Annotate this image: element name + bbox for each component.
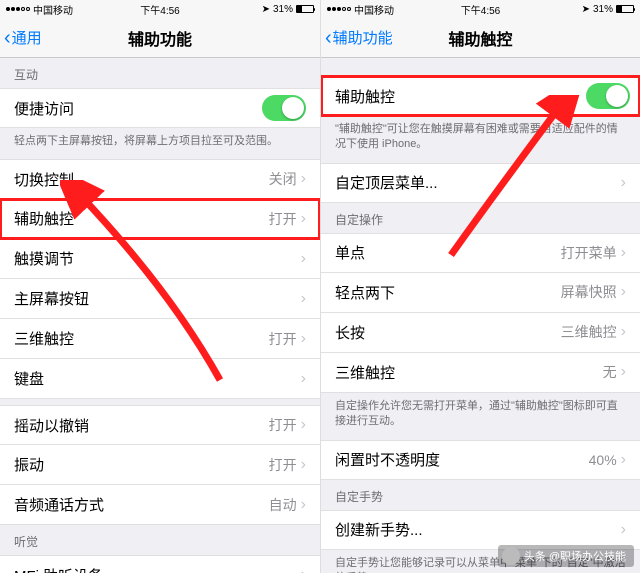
switch-control-label: 切换控制 <box>14 169 269 190</box>
watermark: 头条 @职场办公技能 <box>498 545 634 567</box>
chevron-right-icon: › <box>621 324 626 340</box>
row-new-gesture[interactable]: 创建新手势... › <box>321 510 640 550</box>
quick-access-footer: 轻点两下主屏幕按钮，将屏幕上方项目拉至可及范围。 <box>0 128 320 159</box>
chevron-right-icon: › <box>301 417 306 433</box>
battery-icon <box>296 5 314 13</box>
chevron-right-icon: › <box>621 175 626 191</box>
three-d-value: 打开 <box>269 329 297 349</box>
chevron-right-icon: › <box>301 291 306 307</box>
row-single-tap[interactable]: 单点 打开菜单 › <box>321 233 640 273</box>
long-press-label: 长按 <box>335 322 561 343</box>
chevron-right-icon: › <box>621 245 626 261</box>
row-custom-top-menu[interactable]: 自定顶层菜单... › <box>321 163 640 203</box>
battery-percent: 31% <box>273 4 293 15</box>
assistive-touch-value: 打开 <box>269 209 297 229</box>
assistive-touch-label: 辅助触控 <box>335 86 586 107</box>
row-assistive-touch-toggle[interactable]: 辅助触控 <box>321 76 640 116</box>
assistive-touch-footer: "辅助触控"可让您在触摸屏幕有困难或需要自适应配件的情况下使用 iPhone。 <box>321 116 640 163</box>
row-vibration[interactable]: 振动 打开 › <box>0 445 320 485</box>
chevron-right-icon: › <box>621 364 626 380</box>
keyboard-label: 键盘 <box>14 368 301 389</box>
double-tap-label: 轻点两下 <box>335 282 561 303</box>
switch-control-value: 关闭 <box>269 169 297 189</box>
carrier-label: 中国移动 <box>33 2 73 17</box>
signal-icon <box>6 7 30 11</box>
chevron-right-icon: › <box>301 457 306 473</box>
three-d-label: 三维触控 <box>335 362 603 383</box>
long-press-value: 三维触控 <box>561 322 617 342</box>
quick-access-toggle[interactable] <box>262 95 306 121</box>
actions-footer: 自定操作允许您无需打开菜单，通过"辅助触控"图标即可直接进行互动。 <box>321 393 640 440</box>
page-title: 辅助触控 <box>321 26 640 50</box>
row-quick-access[interactable]: 便捷访问 <box>0 88 320 128</box>
row-audio-call[interactable]: 音频通话方式 自动 › <box>0 485 320 525</box>
watermark-avatar-icon <box>502 547 520 565</box>
row-home-button[interactable]: 主屏幕按钮 › <box>0 279 320 319</box>
row-switch-control[interactable]: 切换控制 关闭 › <box>0 159 320 199</box>
section-header-gestures: 自定手势 <box>321 480 640 510</box>
nav-bar: ‹ 通用 辅助功能 <box>0 18 320 58</box>
chevron-right-icon: › <box>621 284 626 300</box>
status-time: 下午4:56 <box>461 2 500 17</box>
idle-opacity-value: 40% <box>589 452 617 468</box>
home-button-label: 主屏幕按钮 <box>14 288 301 309</box>
chevron-right-icon: › <box>301 567 306 573</box>
audio-call-label: 音频通话方式 <box>14 494 269 515</box>
row-idle-opacity[interactable]: 闲置时不透明度 40% › <box>321 440 640 480</box>
idle-opacity-label: 闲置时不透明度 <box>335 449 589 470</box>
section-header-hearing: 听觉 <box>0 525 320 555</box>
shake-undo-value: 打开 <box>269 415 297 435</box>
double-tap-value: 屏幕快照 <box>561 282 617 302</box>
battery-percent: 31% <box>593 4 613 15</box>
single-tap-label: 单点 <box>335 242 561 263</box>
quick-access-label: 便捷访问 <box>14 98 262 119</box>
status-time: 下午4:56 <box>140 2 179 17</box>
row-keyboard[interactable]: 键盘 › <box>0 359 320 399</box>
chevron-right-icon: › <box>301 371 306 387</box>
row-assistive-touch[interactable]: 辅助触控 打开 › <box>0 199 320 239</box>
three-d-label: 三维触控 <box>14 328 269 349</box>
nav-bar: ‹ 辅助功能 辅助触控 <box>321 18 640 58</box>
signal-icon <box>327 7 351 11</box>
left-screen: 中国移动 下午4:56 ➤ 31% ‹ 通用 辅助功能 互动 便捷访问 轻点两下… <box>0 0 320 573</box>
assistive-touch-label: 辅助触控 <box>14 208 269 229</box>
status-bar: 中国移动 下午4:56 ➤ 31% <box>0 0 320 18</box>
touch-adjust-label: 触摸调节 <box>14 248 301 269</box>
vibration-label: 振动 <box>14 454 269 475</box>
status-bar: 中国移动 下午4:56 ➤ 31% <box>321 0 640 18</box>
chevron-right-icon: › <box>301 331 306 347</box>
right-screen: 中国移动 下午4:56 ➤ 31% ‹ 辅助功能 辅助触控 辅助触控 "辅助触控… <box>320 0 640 573</box>
location-icon: ➤ <box>262 4 270 15</box>
three-d-value: 无 <box>603 362 617 382</box>
location-icon: ➤ <box>582 4 590 15</box>
chevron-right-icon: › <box>301 251 306 267</box>
new-gesture-label: 创建新手势... <box>335 519 621 540</box>
shake-undo-label: 摇动以撤销 <box>14 415 269 436</box>
chevron-right-icon: › <box>301 211 306 227</box>
row-long-press[interactable]: 长按 三维触控 › <box>321 313 640 353</box>
watermark-text: 头条 @职场办公技能 <box>524 548 626 564</box>
vibration-value: 打开 <box>269 455 297 475</box>
custom-top-label: 自定顶层菜单... <box>335 172 621 193</box>
row-mfi[interactable]: MFi 助听设备 › <box>0 555 320 573</box>
chevron-right-icon: › <box>621 522 626 538</box>
assistive-touch-toggle[interactable] <box>586 83 630 109</box>
mfi-label: MFi 助听设备 <box>14 565 301 573</box>
row-3d-touch[interactable]: 三维触控 无 › <box>321 353 640 393</box>
row-touch-adjust[interactable]: 触摸调节 › <box>0 239 320 279</box>
row-shake-undo[interactable]: 摇动以撤销 打开 › <box>0 405 320 445</box>
chevron-right-icon: › <box>301 171 306 187</box>
row-double-tap[interactable]: 轻点两下 屏幕快照 › <box>321 273 640 313</box>
chevron-right-icon: › <box>621 452 626 468</box>
section-header-actions: 自定操作 <box>321 203 640 233</box>
carrier-label: 中国移动 <box>354 2 394 17</box>
audio-call-value: 自动 <box>269 495 297 515</box>
page-title: 辅助功能 <box>0 26 320 50</box>
single-tap-value: 打开菜单 <box>561 243 617 263</box>
row-3d-touch[interactable]: 三维触控 打开 › <box>0 319 320 359</box>
chevron-right-icon: › <box>301 497 306 513</box>
section-header-interaction: 互动 <box>0 58 320 88</box>
battery-icon <box>616 5 634 13</box>
